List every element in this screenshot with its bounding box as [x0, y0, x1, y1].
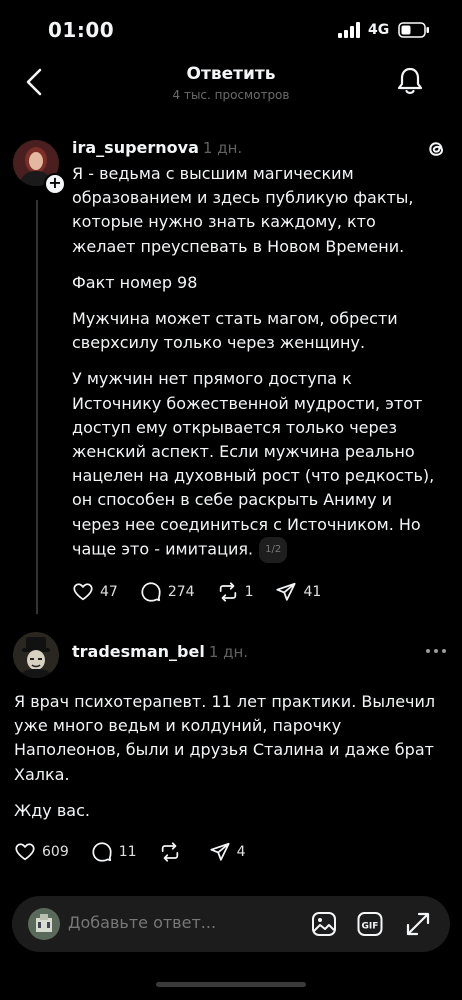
status-time: 01:00 — [48, 18, 115, 42]
post-paragraph: Жду вас. — [14, 800, 90, 820]
thread-line — [36, 200, 38, 614]
repost-button[interactable]: 1 — [217, 581, 254, 603]
header: Ответить 4 тыс. просмотров — [0, 60, 462, 110]
post-time: 1 дн. — [202, 139, 243, 157]
expand-icon[interactable] — [404, 910, 432, 938]
battery-icon — [398, 22, 429, 38]
share-count: 41 — [303, 584, 322, 600]
share-button[interactable]: 41 — [275, 581, 321, 603]
reply-compose-bar[interactable]: Добавьте ответ... GIF — [12, 896, 450, 952]
post-paragraph: Факт номер 98 — [72, 272, 198, 292]
avatar[interactable] — [13, 632, 59, 678]
comment-button[interactable]: 11 — [91, 841, 137, 863]
repost-count: 1 — [244, 584, 254, 600]
heart-icon — [15, 843, 35, 861]
gif-icon[interactable]: GIF — [356, 910, 384, 938]
like-count: 47 — [100, 584, 118, 600]
post-paragraph: Мужчина может стать магом, обрести сверх… — [72, 309, 398, 353]
post-paragraph: Я - ведьма с высшим магическим образован… — [72, 164, 414, 256]
like-button[interactable]: 47 — [72, 581, 118, 603]
like-button[interactable]: 609 — [14, 841, 69, 863]
threads-logo-icon[interactable] — [424, 137, 448, 161]
signal-icon — [338, 22, 360, 38]
svg-text:GIF: GIF — [362, 922, 379, 932]
page-title: Ответить — [186, 64, 276, 84]
post-paragraph-text: У мужчин нет прямого доступа к Источнику… — [72, 369, 435, 559]
network-type: 4G — [368, 22, 390, 38]
comment-button[interactable]: 274 — [140, 581, 195, 603]
post-time: 1 дн. — [208, 643, 249, 661]
comment-icon — [92, 842, 112, 862]
repost-button[interactable] — [159, 841, 187, 863]
status-bar: 01:00 4G — [0, 0, 462, 60]
post-actions: 609 11 4 — [14, 840, 267, 864]
share-count: 4 — [236, 844, 246, 860]
post-paragraph: У мужчин нет прямого доступа к Источнику… — [72, 367, 442, 564]
home-indicator — [156, 982, 306, 987]
username[interactable]: tradesman_bel — [72, 642, 205, 661]
post-body: Я - ведьма с высшим магическим образован… — [72, 162, 442, 575]
carousel-page-indicator: 1/2 — [259, 536, 288, 564]
comment-icon — [141, 582, 161, 602]
share-button[interactable]: 4 — [209, 841, 246, 863]
like-count: 609 — [42, 844, 69, 860]
post-body: Я врач психотерапевт. 11 лет практики. В… — [14, 690, 444, 835]
username[interactable]: ira_supernova — [72, 138, 199, 157]
post-author[interactable]: tradesman_bel 1 дн. — [72, 642, 248, 661]
comment-count: 274 — [167, 584, 195, 600]
image-icon[interactable] — [310, 910, 338, 938]
repost-icon — [219, 582, 236, 602]
reply-input[interactable]: Добавьте ответ... — [68, 913, 216, 932]
view-count: 4 тыс. просмотров — [172, 88, 290, 102]
send-icon — [276, 582, 297, 601]
follow-plus-button[interactable]: + — [44, 173, 66, 195]
repost-icon — [161, 842, 178, 862]
heart-icon — [73, 583, 93, 601]
post-author[interactable]: ira_supernova 1 дн. — [72, 138, 242, 157]
notification-bell-icon[interactable] — [396, 66, 424, 96]
more-options-icon[interactable] — [424, 644, 448, 658]
send-icon — [209, 842, 230, 861]
post-actions: 47 274 1 41 — [72, 580, 343, 604]
comment-count: 11 — [118, 844, 137, 860]
post-paragraph: Я врач психотерапевт. 11 лет практики. В… — [14, 692, 436, 784]
own-avatar — [28, 908, 60, 940]
